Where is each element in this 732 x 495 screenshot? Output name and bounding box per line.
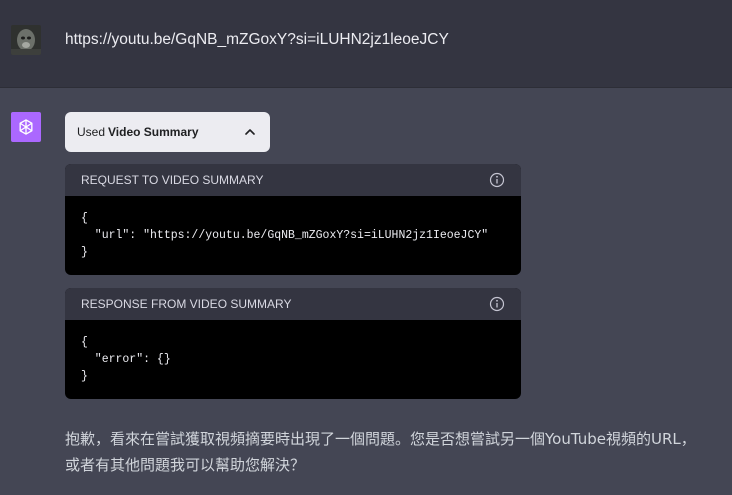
assistant-reply-text: 抱歉，看來在嘗試獲取視頻摘要時出現了一個問題。您是否想嘗試另一個YouTube視… bbox=[65, 430, 696, 474]
assistant-message-row: Used Video Summary REQUEST TO VIDEO SUMM… bbox=[0, 88, 732, 495]
plugin-name: Video Summary bbox=[108, 125, 199, 139]
user-avatar-image bbox=[11, 25, 41, 55]
chatgpt-logo-icon bbox=[11, 112, 41, 142]
user-avatar bbox=[11, 25, 41, 55]
response-header: RESPONSE FROM VIDEO SUMMARY bbox=[65, 288, 521, 320]
request-header: REQUEST TO VIDEO SUMMARY bbox=[65, 164, 521, 196]
plugin-used-toggle[interactable]: Used Video Summary bbox=[65, 112, 270, 152]
info-icon[interactable] bbox=[489, 296, 505, 312]
response-code: { "error": {} } bbox=[81, 336, 171, 383]
info-icon[interactable] bbox=[489, 172, 505, 188]
request-code-block: REQUEST TO VIDEO SUMMARY { "url": "https… bbox=[65, 164, 521, 275]
plugin-used-label: Used bbox=[77, 125, 106, 139]
user-message-text: https://youtu.be/GqNB_mZGoxY?si=iLUHN2jz… bbox=[65, 31, 449, 48]
chevron-up-icon bbox=[245, 129, 255, 135]
request-code: { "url": "https://youtu.be/GqNB_mZGoxY?s… bbox=[81, 212, 489, 259]
request-header-label: REQUEST TO VIDEO SUMMARY bbox=[81, 173, 264, 187]
response-code-block: RESPONSE FROM VIDEO SUMMARY { "error": {… bbox=[65, 288, 521, 399]
response-header-label: RESPONSE FROM VIDEO SUMMARY bbox=[81, 297, 292, 311]
user-message-row: https://youtu.be/GqNB_mZGoxY?si=iLUHN2jz… bbox=[0, 0, 732, 88]
